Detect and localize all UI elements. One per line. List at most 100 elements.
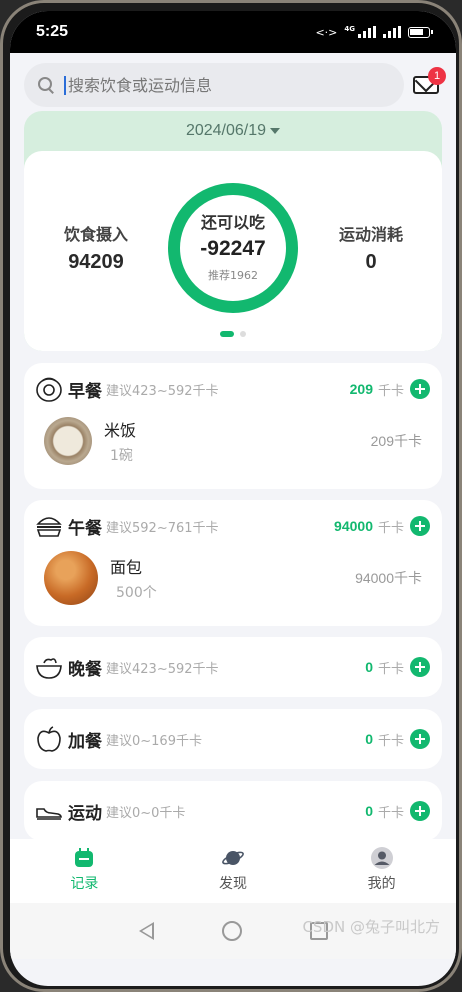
mail-button[interactable]: 1 [410, 67, 446, 101]
burn-label: 运动消耗 [338, 225, 403, 244]
date-label: 2024/06/19 [185, 122, 267, 139]
meal-name: 加餐 [68, 731, 102, 752]
meal-kcal: 209 [349, 381, 373, 397]
battery-icon [408, 26, 433, 38]
page-dot[interactable] [240, 331, 246, 337]
status-bar: 5:25 <·> 4G [10, 11, 456, 53]
summary-panel: 饮食摄入 94209 还可以吃 -92247 推荐1962 运动消耗 0 [24, 151, 442, 351]
meal-kcal: 0 [365, 803, 373, 819]
planet-icon [222, 851, 244, 865]
watermark: CSDN @兔子叫北方 [302, 918, 440, 936]
bowl-icon [36, 658, 62, 679]
signal-icon [358, 26, 376, 38]
meal-header: 晚餐 建议423~592千卡 0 千卡 [34, 653, 430, 681]
meal-header: 运动 建议0~0千卡 0 千卡 [34, 797, 430, 825]
tab-bar: 记录 发现 我的 [10, 839, 456, 903]
intake-label: 饮食摄入 [63, 225, 128, 244]
search-icon [38, 77, 54, 93]
tab-record[interactable]: 记录 [24, 847, 144, 893]
status-icons: <·> 4G [315, 25, 433, 39]
user-icon [370, 847, 393, 869]
link-icon: <·> [315, 25, 338, 39]
add-food-button[interactable] [410, 379, 430, 399]
add-food-button[interactable] [410, 729, 430, 749]
sneaker-icon [36, 808, 62, 820]
meal-kcal: 94000 [334, 518, 373, 534]
meal-card-exercise: 运动 建议0~0千卡 0 千卡 [24, 781, 442, 841]
home-icon[interactable] [221, 921, 242, 941]
meal-card-dinner: 晚餐 建议423~592千卡 0 千卡 [24, 637, 442, 697]
app-content: 1 2024/06/19 饮食摄入 94209 还可以吃 -92247 [10, 53, 456, 886]
meal-unit: 千卡 [377, 520, 404, 536]
meal-total: 209 千卡 [350, 379, 430, 399]
meal-hint: 建议0~0千卡 [106, 805, 186, 821]
burn-stat: 运动消耗 0 [311, 221, 431, 274]
remaining-ring: 还可以吃 -92247 推荐1962 [168, 183, 298, 313]
meal-card-breakfast: 早餐 建议423~592千卡 209 千卡 米饭 1碗 209千卡 [24, 363, 442, 489]
phone-frame: 5:25 <·> 4G 1 [0, 0, 462, 992]
meal-unit: 千卡 [377, 805, 404, 821]
meal-name: 晚餐 [68, 659, 102, 680]
add-food-button[interactable] [410, 657, 430, 677]
date-selector[interactable]: 2024/06/19 [24, 111, 442, 151]
egg-icon [36, 377, 62, 402]
food-item[interactable]: 面包 500个 94000千卡 [44, 551, 422, 605]
meal-name: 运动 [68, 803, 102, 824]
meal-kcal: 0 [365, 731, 373, 747]
apple-icon [37, 726, 61, 752]
food-amount: 1碗 [110, 448, 133, 464]
meal-total: 94000 千卡 [334, 516, 430, 536]
meal-name: 午餐 [68, 518, 102, 539]
recommended-label: 推荐1962 [208, 269, 258, 282]
tab-label: 记录 [70, 876, 99, 892]
meal-card-lunch: 午餐 建议592~761千卡 94000 千卡 面包 500个 94000千卡 [24, 500, 442, 626]
rice-image [44, 417, 92, 465]
food-name: 面包 [110, 558, 143, 577]
caret-down-icon [270, 128, 281, 134]
meal-total: 0 千卡 [365, 657, 430, 677]
meal-unit: 千卡 [377, 661, 404, 677]
food-name: 米饭 [104, 421, 137, 440]
food-kcal: 94000千卡 [355, 570, 422, 586]
tab-discover[interactable]: 发现 [173, 847, 293, 893]
intake-value: 94209 [68, 251, 124, 273]
tab-mine[interactable]: 我的 [322, 847, 442, 893]
meal-hint: 建议0~169千卡 [106, 733, 202, 749]
food-item[interactable]: 米饭 1碗 209千卡 [44, 415, 422, 467]
food-texts: 米饭 1碗 [104, 417, 136, 465]
meal-hint: 建议592~761千卡 [106, 520, 219, 536]
meal-hint: 建议423~592千卡 [106, 383, 219, 399]
back-icon[interactable] [138, 922, 154, 940]
meal-hint: 建议423~592千卡 [106, 661, 219, 677]
network-label: 4G [344, 25, 355, 33]
tab-label: 我的 [367, 876, 396, 892]
food-texts: 面包 500个 [110, 554, 157, 602]
search-box[interactable] [24, 63, 405, 107]
meal-unit: 千卡 [377, 383, 404, 399]
meal-header: 加餐 建议0~169千卡 0 千卡 [34, 725, 430, 753]
food-amount: 500个 [116, 585, 157, 601]
page-indicator [24, 331, 442, 337]
calendar-icon [75, 848, 94, 867]
tab-label: 发现 [218, 876, 247, 892]
meal-card-snack: 加餐 建议0~169千卡 0 千卡 [24, 709, 442, 769]
meal-unit: 千卡 [377, 733, 404, 749]
remaining-value: -92247 [200, 237, 266, 260]
mail-badge: 1 [428, 67, 446, 85]
search-input[interactable] [64, 75, 364, 95]
signal-icon-2 [383, 26, 401, 38]
meal-name: 早餐 [68, 381, 102, 402]
add-food-button[interactable] [410, 516, 430, 536]
meal-total: 0 千卡 [365, 801, 430, 821]
page-dot-active[interactable] [220, 331, 234, 337]
bread-image [44, 551, 98, 605]
burn-value: 0 [365, 251, 377, 273]
meal-total: 0 千卡 [365, 729, 430, 749]
status-time: 5:25 [36, 23, 69, 40]
summary-card: 2024/06/19 饮食摄入 94209 还可以吃 -92247 推荐1962… [24, 111, 442, 351]
meal-header: 午餐 建议592~761千卡 94000 千卡 [34, 512, 430, 540]
add-exercise-button[interactable] [410, 801, 430, 821]
meal-kcal: 0 [365, 659, 373, 675]
meal-header: 早餐 建议423~592千卡 209 千卡 [34, 375, 430, 403]
search-row: 1 [24, 61, 446, 109]
